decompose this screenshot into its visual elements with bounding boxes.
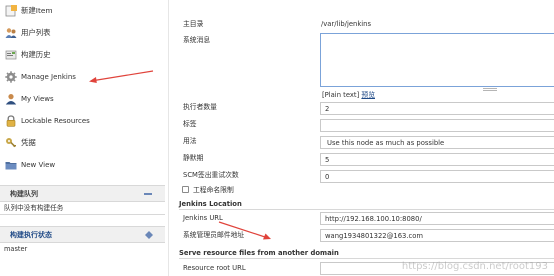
executor-status-title[interactable]: 构建执行状态 <box>10 227 52 243</box>
sidebar-item-label: My Views <box>21 95 54 103</box>
section-divider <box>179 258 554 259</box>
labels-label: 标签 <box>183 120 197 128</box>
restrict-names-checkbox[interactable] <box>182 186 189 193</box>
system-message-textarea[interactable] <box>320 33 554 87</box>
sidebar: 新建Item 用户列表 构建历史 Manage Jenkins My Views… <box>0 0 168 276</box>
build-queue-body: 队列中没有构建任务 <box>0 202 165 215</box>
scm-retry-input[interactable]: 0 <box>320 170 554 183</box>
jenkins-url-value: http://192.168.100.10:8080/ <box>325 215 422 223</box>
sidebar-item-my-views[interactable]: My Views <box>0 90 168 112</box>
sidebar-item-label: Manage Jenkins <box>21 73 76 81</box>
column-divider <box>168 0 169 276</box>
executors-input[interactable]: 2 <box>320 102 554 115</box>
system-message-label: 系统消息 <box>183 36 211 44</box>
sidebar-item-label: Lockable Resources <box>21 117 90 125</box>
sidebar-item-build-history[interactable]: 构建历史 <box>0 46 168 68</box>
admin-email-label: 系统管理员邮件地址 <box>183 231 245 239</box>
quiet-period-input[interactable]: 5 <box>320 153 554 166</box>
jenkins-url-label: Jenkins URL <box>183 214 223 222</box>
sidebar-item-credentials[interactable]: 凭据 <box>0 134 168 156</box>
sidebar-item-label: 凭据 <box>21 138 36 147</box>
sidebar-item-lockable-resources[interactable]: Lockable Resources <box>0 112 168 134</box>
sidebar-item-label: New View <box>21 161 56 169</box>
home-dir-value: /var/lib/jenkins <box>321 20 371 28</box>
sidebar-item-label: 新建Item <box>21 6 53 15</box>
home-dir-label: 主目录 <box>183 20 204 28</box>
watermark-text: https://blog.csdn.net/root193 <box>401 261 548 272</box>
quiet-period-value: 5 <box>325 156 330 164</box>
sidebar-item-manage-jenkins[interactable]: Manage Jenkins <box>0 68 168 90</box>
jenkins-location-title: Jenkins Location <box>179 200 242 208</box>
labels-input[interactable] <box>320 119 554 132</box>
build-queue-title: 构建队列 <box>10 190 38 198</box>
build-queue-empty-text: 队列中没有构建任务 <box>4 204 64 212</box>
expand-icon[interactable] <box>145 231 153 239</box>
admin-email-input[interactable]: wang1934801322@163.com <box>320 229 554 242</box>
restrict-names-label: 工程命名限制 <box>193 186 234 194</box>
preview-link[interactable]: 预览 <box>361 91 375 99</box>
sidebar-item-users[interactable]: 用户列表 <box>0 24 168 46</box>
build-history-icon <box>5 50 17 60</box>
scm-retry-label: SCM签出重试次数 <box>183 171 239 179</box>
admin-email-value: wang1934801322@163.com <box>325 232 424 240</box>
collapse-icon[interactable] <box>144 193 152 195</box>
textarea-resize-grip[interactable] <box>483 88 497 91</box>
users-icon <box>5 28 17 38</box>
usage-value: Use this node as much as possible <box>327 139 445 147</box>
build-queue-header: 构建队列 <box>0 185 165 202</box>
jenkins-url-input[interactable]: http://192.168.100.10:8080/ <box>320 212 554 225</box>
quiet-period-label: 静默期 <box>183 154 204 162</box>
section-divider <box>179 209 554 210</box>
resource-root-label: Resource root URL <box>183 264 246 272</box>
plain-text-label: [Plain text] <box>322 91 360 99</box>
usage-select[interactable]: Use this node as much as possible <box>320 136 554 149</box>
sidebar-item-new-view[interactable]: New View <box>0 156 168 178</box>
credentials-icon <box>6 138 16 148</box>
executors-value: 2 <box>325 105 330 113</box>
sidebar-item-label: 用户列表 <box>21 28 51 37</box>
resource-domain-title: Serve resource files from another domain <box>179 249 339 257</box>
sidebar-item-label: 构建历史 <box>21 50 51 59</box>
sidebar-item-new-item[interactable]: 新建Item <box>0 2 168 24</box>
executor-node-master[interactable]: master <box>4 244 27 254</box>
executor-status-body: master <box>0 243 165 255</box>
lock-icon <box>6 115 16 127</box>
usage-label: 用法 <box>183 137 197 145</box>
scm-retry-value: 0 <box>325 173 330 181</box>
new-item-icon <box>5 5 17 17</box>
gear-icon <box>5 71 17 83</box>
jenkins-configure-page: 新建Item 用户列表 构建历史 Manage Jenkins My Views… <box>0 0 554 276</box>
user-views-icon <box>5 94 17 105</box>
executors-label: 执行者数量 <box>183 103 217 111</box>
executor-status-header: 构建执行状态 <box>0 226 165 243</box>
folder-icon <box>5 162 17 170</box>
plain-text-hint: [Plain text] 预览 <box>322 90 375 100</box>
